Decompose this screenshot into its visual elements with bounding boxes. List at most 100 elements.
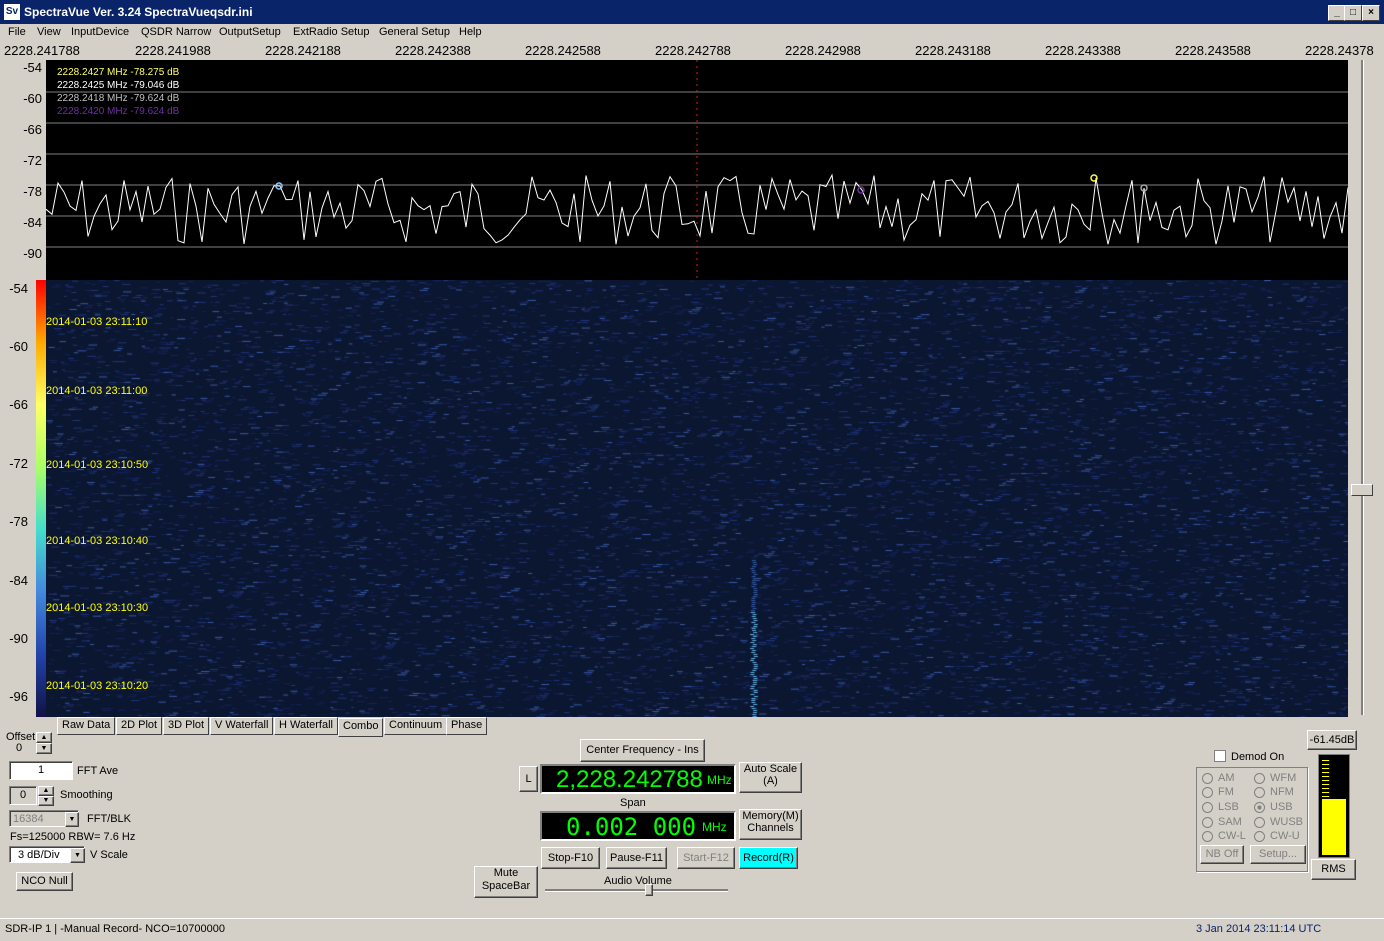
radio-lsb[interactable] <box>1202 802 1213 813</box>
demod-on-checkbox[interactable] <box>1214 750 1226 762</box>
maximize-button[interactable]: □ <box>1344 5 1362 21</box>
menu-file[interactable]: File <box>8 26 26 38</box>
fft-blk-dropdown-icon[interactable]: ▼ <box>65 812 79 827</box>
span-label: Span <box>620 797 646 809</box>
signal-level-readout: -61.45dB <box>1307 730 1357 750</box>
offset-up-arrow[interactable]: ▲ <box>36 732 52 743</box>
memory-label: Memory(M) <box>742 810 799 822</box>
center-frequency-unit: MHz <box>707 773 732 787</box>
span-unit: MHz <box>702 820 727 834</box>
waterfall-timestamp: 2014-01-03 23:10:50 <box>46 459 149 471</box>
radio-wusb[interactable] <box>1254 817 1265 828</box>
menu-outputsetup[interactable]: OutputSetup <box>219 26 281 38</box>
fft-ave-input[interactable]: 1 <box>9 761 73 780</box>
tab-phase[interactable]: Phase <box>446 717 488 735</box>
waterfall-timestamp: 2014-01-03 23:10:20 <box>46 680 149 692</box>
span-display[interactable]: 0.002 000 MHz <box>540 811 736 841</box>
marker-readout: 2228.2425 MHz -79.046 dB <box>57 80 180 91</box>
auto-scale-button[interactable]: Auto Scale (A) <box>739 762 802 793</box>
radio-fm[interactable] <box>1202 787 1213 798</box>
mode-wusb-label: WUSB <box>1270 816 1303 828</box>
sample-rate-text: Fs=125000 RBW= 7.6 Hz <box>10 831 136 843</box>
channels-label: Channels <box>747 822 794 834</box>
tab-continuum[interactable]: Continuum <box>384 717 448 735</box>
freq-label: 2228.241788 <box>4 43 80 58</box>
menu-view[interactable]: View <box>37 26 61 38</box>
waterfall-y-label: -54 <box>9 281 28 296</box>
menu-general-setup[interactable]: General Setup <box>379 26 450 38</box>
center-frequency-button[interactable]: Center Frequency - Ins <box>580 739 705 762</box>
menu-extradio-setup[interactable]: ExtRadio Setup <box>293 26 369 38</box>
vscale-dropdown-icon[interactable]: ▼ <box>70 848 85 863</box>
status-datetime: 3 Jan 2014 23:11:14 UTC <box>1196 923 1322 935</box>
spectrum-y-label: -72 <box>23 153 42 168</box>
rms-button[interactable]: RMS <box>1311 859 1356 880</box>
close-button[interactable]: × <box>1362 5 1380 21</box>
center-frequency-value: 2,228.242788 <box>556 766 703 793</box>
slider-thumb[interactable] <box>1351 484 1373 496</box>
radio-cw-u[interactable] <box>1254 831 1265 842</box>
menu-inputdevice[interactable]: InputDevice <box>71 26 129 38</box>
vscale-label: V Scale <box>90 849 128 861</box>
smoothing-up-arrow[interactable]: ▲ <box>38 786 54 796</box>
menu-qsdr-narrow[interactable]: QSDR Narrow <box>141 26 211 38</box>
nb-off-button[interactable]: NB Off <box>1200 845 1244 864</box>
mode-fm-label: FM <box>1218 786 1234 798</box>
spectrum-y-label: -60 <box>23 91 42 106</box>
fft-blk-label: FFT/BLK <box>87 813 132 825</box>
status-bar: SDR-IP 1 | -Manual Record- NCO=10700000 … <box>0 918 1384 941</box>
tab-raw-data[interactable]: Raw Data <box>57 717 116 735</box>
title-bar: Sv SpectraVue Ver. 3.24 SpectraVueqsdr.i… <box>0 0 1384 24</box>
lock-l-button[interactable]: L <box>519 766 538 792</box>
stop-button[interactable]: Stop-F10 <box>541 847 600 869</box>
start-button[interactable]: Start-F12 <box>677 847 735 869</box>
radio-cw-l[interactable] <box>1202 831 1213 842</box>
waterfall-y-label: -84 <box>9 573 28 588</box>
mute-label: Mute <box>493 867 519 879</box>
center-frequency-display[interactable]: 2,228.242788 MHz <box>540 764 736 794</box>
radio-usb-selected[interactable] <box>1254 802 1265 813</box>
spectrum-y-label: -54 <box>23 60 42 75</box>
waterfall-display[interactable] <box>46 280 1348 717</box>
waterfall-y-label: -72 <box>9 456 28 471</box>
waterfall-y-label: -96 <box>9 689 28 704</box>
tab-3d-plot[interactable]: 3D Plot <box>163 717 210 735</box>
menu-help[interactable]: Help <box>459 26 482 38</box>
radio-wfm[interactable] <box>1254 773 1265 784</box>
waterfall-y-label: -60 <box>9 339 28 354</box>
audio-volume-label: Audio Volume <box>604 875 672 887</box>
freq-label: 2228.242588 <box>525 43 601 58</box>
radio-nfm[interactable] <box>1254 787 1265 798</box>
audio-volume-thumb[interactable] <box>645 884 653 896</box>
reference-level-slider[interactable] <box>1351 60 1373 715</box>
offset-down-arrow[interactable]: ▼ <box>36 743 52 754</box>
smoothing-input[interactable]: 0 <box>9 786 37 805</box>
waterfall-y-label: -66 <box>9 397 28 412</box>
offset-value: 0 <box>16 742 23 754</box>
nco-null-button[interactable]: NCO Null <box>16 872 73 891</box>
waterfall-timestamp: 2014-01-03 23:10:40 <box>46 535 149 547</box>
smoothing-down-arrow[interactable]: ▼ <box>38 796 54 806</box>
freq-label: 2228.242188 <box>265 43 341 58</box>
pause-button[interactable]: Pause-F11 <box>606 847 667 869</box>
record-button[interactable]: Record(R) <box>739 847 798 869</box>
audio-volume-slider[interactable] <box>545 889 728 892</box>
spectrum-y-label: -90 <box>23 246 42 261</box>
mute-button[interactable]: Mute SpaceBar <box>474 866 538 898</box>
tab-combo[interactable]: Combo <box>338 718 384 737</box>
memory-channels-button[interactable]: Memory(M) Channels <box>739 809 802 840</box>
status-left-text: SDR-IP 1 | -Manual Record- NCO=10700000 <box>5 923 226 935</box>
radio-sam[interactable] <box>1202 817 1213 828</box>
demod-setup-button[interactable]: Setup... <box>1250 845 1306 864</box>
tab-2d-plot[interactable]: 2D Plot <box>116 717 163 735</box>
demod-on-label: Demod On <box>1231 751 1285 763</box>
radio-am[interactable] <box>1202 773 1213 784</box>
auto-scale-shortcut: (A) <box>763 775 778 787</box>
waterfall-timestamp: 2014-01-03 23:11:00 <box>46 385 148 397</box>
spectrum-plot[interactable]: 2228.2427 MHz -78.275 dB 2228.2425 MHz -… <box>46 60 1348 280</box>
mode-wfm-label: WFM <box>1270 772 1297 784</box>
tab-h-waterfall[interactable]: H Waterfall <box>274 717 338 735</box>
mode-cw-u-label: CW-U <box>1270 830 1300 842</box>
tab-v-waterfall[interactable]: V Waterfall <box>210 717 274 735</box>
signal-level-meter <box>1318 754 1350 858</box>
